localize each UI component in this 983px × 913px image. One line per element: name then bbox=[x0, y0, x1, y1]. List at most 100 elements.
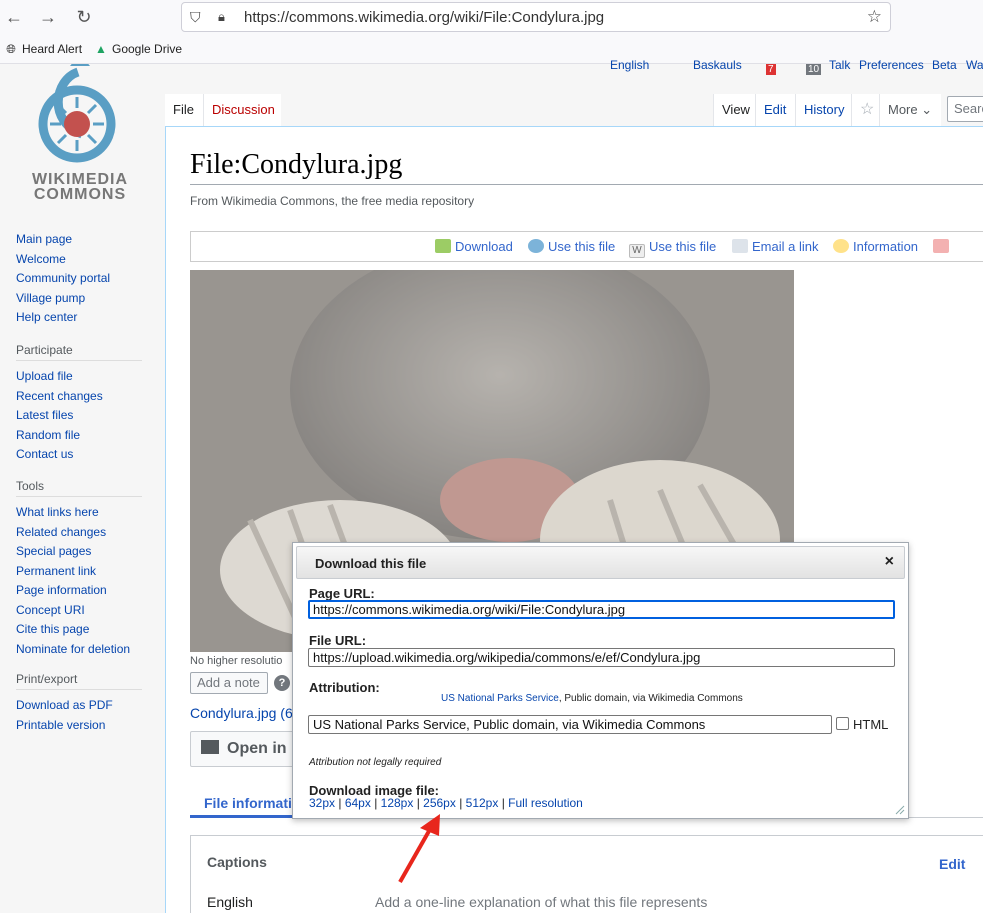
user-link[interactable]: Baskauls bbox=[693, 58, 742, 72]
dialog-titlebar[interactable]: Download this file × bbox=[296, 546, 905, 579]
resize-grip-icon[interactable] bbox=[895, 805, 905, 815]
alerts-badge[interactable]: 7 bbox=[766, 64, 776, 75]
original-file-link[interactable]: Condylura.jpg (6 bbox=[190, 705, 293, 721]
url-text[interactable]: https://commons.wikimedia.org/wiki/File:… bbox=[244, 9, 604, 26]
site-subtitle: From Wikimedia Commons, the free media r… bbox=[190, 194, 475, 208]
tab-history[interactable]: History bbox=[795, 94, 851, 126]
sidebar-print-export: Print/export Download as PDF Printable v… bbox=[16, 672, 142, 735]
wikimedia-commons-logo[interactable]: WIKIMEDIA COMMONS bbox=[20, 54, 140, 214]
attribution-note: Attribution not legally required bbox=[309, 757, 442, 768]
reload-icon[interactable]: ↻ bbox=[72, 6, 96, 28]
help-icon[interactable]: ? bbox=[274, 675, 290, 691]
notices-badge[interactable]: 10 bbox=[806, 64, 822, 75]
language-link[interactable]: English bbox=[610, 58, 649, 72]
sidebar-heading: Participate bbox=[16, 343, 142, 361]
sidebar-navigation: Main page Welcome Community portal Villa… bbox=[16, 230, 110, 328]
page-url-field[interactable]: https://commons.wikimedia.org/wiki/File:… bbox=[308, 600, 895, 619]
tool-label: Use this file bbox=[649, 239, 717, 254]
shield-icon[interactable]: ⛉ bbox=[190, 9, 201, 26]
more-label: More bbox=[888, 102, 918, 117]
tab-discussion[interactable]: Discussion bbox=[203, 94, 281, 126]
preferences-link[interactable]: Preferences bbox=[859, 58, 924, 72]
tool-label: Download bbox=[455, 239, 513, 254]
back-icon[interactable]: ← bbox=[2, 6, 26, 28]
attribution-author-link[interactable]: US National Parks Service bbox=[441, 693, 559, 704]
download-tool[interactable]: Download bbox=[435, 239, 513, 254]
tab-file[interactable]: File bbox=[165, 94, 203, 126]
download-128px-link[interactable]: 128px bbox=[381, 796, 414, 810]
watch-star-icon[interactable]: ☆ bbox=[851, 94, 879, 126]
address-bar[interactable]: ⛉ 🔒︎ https://commons.wikimedia.org/wiki/… bbox=[181, 2, 891, 32]
logo-line1: WIKIMEDIA bbox=[31, 171, 129, 188]
tab-edit[interactable]: Edit bbox=[755, 94, 795, 126]
lightbulb-icon bbox=[833, 239, 849, 253]
email-icon bbox=[732, 239, 748, 253]
file-tools-bar: Download Use this file W Use this file Em… bbox=[190, 231, 983, 262]
sidebar-item-special-pages[interactable]: Special pages bbox=[16, 542, 142, 562]
sidebar-item-permanent-link[interactable]: Permanent link bbox=[16, 562, 142, 582]
sidebar-item-help-center[interactable]: Help center bbox=[16, 308, 110, 328]
sidebar-item-download-pdf[interactable]: Download as PDF bbox=[16, 696, 142, 716]
download-size-links: 32px | 64px | 128px | 256px | 512px | Fu… bbox=[309, 796, 583, 810]
sidebar-item-cite-this-page[interactable]: Cite this page bbox=[16, 620, 142, 640]
forward-icon[interactable]: → bbox=[36, 6, 60, 28]
close-tools-icon[interactable] bbox=[933, 239, 953, 254]
html-checkbox-label: HTML bbox=[853, 717, 889, 732]
resolution-note: No higher resolutio bbox=[190, 655, 283, 667]
sidebar-item-latest-files[interactable]: Latest files bbox=[16, 406, 142, 426]
close-icon[interactable]: × bbox=[885, 553, 894, 571]
watchlist-link[interactable]: Wa bbox=[966, 58, 983, 72]
sidebar-item-welcome[interactable]: Welcome bbox=[16, 250, 110, 270]
add-note-button[interactable]: Add a note bbox=[190, 672, 268, 694]
download-64px-link[interactable]: 64px bbox=[345, 796, 371, 810]
use-file-wiki-tool[interactable]: W Use this file bbox=[629, 239, 716, 258]
sidebar-item-page-information[interactable]: Page information bbox=[16, 581, 142, 601]
sidebar-item-what-links-here[interactable]: What links here bbox=[16, 503, 142, 523]
sidebar-item-recent-changes[interactable]: Recent changes bbox=[16, 387, 142, 407]
tab-view[interactable]: View bbox=[713, 94, 755, 126]
download-256px-link[interactable]: 256px bbox=[423, 796, 456, 810]
download-32px-link[interactable]: 32px bbox=[309, 796, 335, 810]
information-tool[interactable]: Information bbox=[833, 239, 918, 254]
sidebar-item-concept-uri[interactable]: Concept URI bbox=[16, 601, 142, 621]
lock-icon[interactable]: 🔒︎ bbox=[218, 9, 225, 25]
globe-icon: 🌐︎ bbox=[6, 42, 16, 56]
page-tabs: File Discussion View Edit History ☆ More… bbox=[165, 94, 983, 126]
sidebar-item-main-page[interactable]: Main page bbox=[16, 230, 110, 250]
sidebar-item-random-file[interactable]: Random file bbox=[16, 426, 142, 446]
drive-icon: ▲ bbox=[95, 42, 107, 56]
bookmark-star-icon[interactable]: ☆ bbox=[867, 7, 882, 27]
use-file-web-tool[interactable]: Use this file bbox=[528, 239, 615, 254]
attribution-label: Attribution: bbox=[309, 680, 380, 695]
dialog-title: Download this file bbox=[315, 556, 427, 571]
tab-file-information[interactable]: File informatio bbox=[204, 795, 300, 811]
sidebar-item-upload-file[interactable]: Upload file bbox=[16, 367, 142, 387]
search-input[interactable]: Search bbox=[947, 96, 983, 122]
attribution-field[interactable]: US National Parks Service, Public domain… bbox=[308, 715, 832, 734]
sidebar-item-nominate-for-deletion[interactable]: Nominate for deletion bbox=[16, 640, 142, 660]
sidebar-tools: Tools What links here Related changes Sp… bbox=[16, 479, 142, 659]
download-icon bbox=[435, 239, 451, 253]
more-menu[interactable]: More ⌄ bbox=[879, 94, 941, 126]
caption-placeholder[interactable]: Add a one-line explanation of what this … bbox=[375, 894, 707, 910]
bookmark-heard-alert[interactable]: 🌐︎ Heard Alert bbox=[4, 42, 82, 57]
bookmark-label: Heard Alert bbox=[22, 42, 83, 56]
open-in-viewer-button[interactable]: Open in bbox=[190, 731, 300, 767]
download-512px-link[interactable]: 512px bbox=[466, 796, 499, 810]
captions-edit-button[interactable]: Edit bbox=[939, 856, 965, 872]
bookmark-google-drive[interactable]: ▲ Google Drive bbox=[94, 42, 182, 56]
file-url-field[interactable]: https://upload.wikimedia.org/wikipedia/c… bbox=[308, 648, 895, 667]
html-checkbox[interactable] bbox=[836, 717, 849, 730]
heading-divider bbox=[190, 184, 983, 185]
sidebar-item-village-pump[interactable]: Village pump bbox=[16, 289, 110, 309]
download-full-resolution-link[interactable]: Full resolution bbox=[508, 796, 583, 810]
talk-link[interactable]: Talk bbox=[829, 58, 850, 72]
sidebar-item-community-portal[interactable]: Community portal bbox=[16, 269, 110, 289]
sidebar-heading: Tools bbox=[16, 479, 142, 497]
email-link-tool[interactable]: Email a link bbox=[732, 239, 818, 254]
sidebar-item-contact-us[interactable]: Contact us bbox=[16, 445, 142, 465]
sidebar-item-printable-version[interactable]: Printable version bbox=[16, 716, 142, 736]
captions-panel: Captions Edit English Add a one-line exp… bbox=[190, 835, 983, 913]
beta-link[interactable]: Beta bbox=[932, 58, 957, 72]
sidebar-item-related-changes[interactable]: Related changes bbox=[16, 523, 142, 543]
